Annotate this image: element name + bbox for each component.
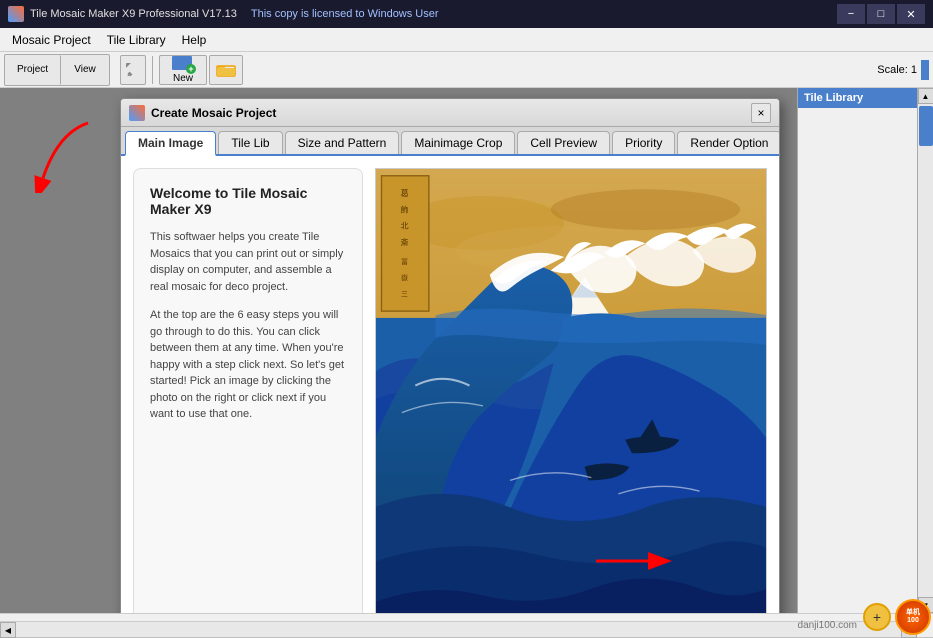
scroll-left-button[interactable]: ◀ bbox=[0, 622, 16, 638]
menu-help[interactable]: Help bbox=[174, 31, 215, 49]
tab-size-pattern[interactable]: Size and Pattern bbox=[285, 131, 400, 154]
view-tab-btn[interactable]: View bbox=[61, 55, 109, 85]
pencil-icon bbox=[126, 63, 140, 77]
project-tab-btn[interactable]: Project bbox=[5, 55, 61, 85]
open-folder-icon bbox=[216, 62, 236, 78]
dialog-title-bar: Create Mosaic Project × bbox=[121, 99, 779, 127]
new-button[interactable]: + New bbox=[159, 55, 207, 85]
edit-icon-btn[interactable] bbox=[120, 55, 146, 85]
welcome-paragraph-2: At the top are the 6 easy steps you will… bbox=[150, 307, 346, 423]
wave-image: 葛 飾 北 斎 冨 嶽 三 bbox=[376, 169, 766, 613]
svg-text:嶽: 嶽 bbox=[401, 274, 408, 282]
scale-area: Scale: 1 bbox=[877, 60, 929, 80]
svg-text:冨: 冨 bbox=[401, 258, 408, 266]
create-mosaic-dialog: Create Mosaic Project × Main Image Tile … bbox=[120, 98, 780, 613]
welcome-title: Welcome to Tile Mosaic Maker X9 bbox=[150, 185, 346, 217]
menu-bar: Mosaic Project Tile Library Help bbox=[0, 28, 933, 52]
scroll-track[interactable] bbox=[918, 104, 933, 597]
h-scroll-track[interactable] bbox=[16, 622, 901, 637]
welcome-paragraph-1: This softwaer helps you create Tile Mosa… bbox=[150, 229, 346, 295]
tab-mainimage-crop[interactable]: Mainimage Crop bbox=[401, 131, 515, 154]
dialog-description-panel: Welcome to Tile Mosaic Maker X9 This sof… bbox=[133, 168, 363, 613]
maximize-button[interactable]: □ bbox=[867, 4, 895, 24]
svg-text:葛: 葛 bbox=[400, 188, 408, 198]
license-text: This copy is licensed to Windows User bbox=[251, 8, 439, 20]
tile-library-panel: Tile Library bbox=[797, 88, 917, 613]
watermark: danji100.com bbox=[798, 620, 857, 631]
scale-bar bbox=[921, 60, 929, 80]
app-background: Create Mosaic Project × Main Image Tile … bbox=[0, 88, 797, 613]
menu-mosaic-project[interactable]: Mosaic Project bbox=[4, 31, 99, 49]
scale-label: Scale: 1 bbox=[877, 64, 917, 76]
window-controls: − □ ✕ bbox=[837, 4, 925, 24]
toolbar: Project View + New Scale: 1 bbox=[0, 52, 933, 88]
main-area: Create Mosaic Project × Main Image Tile … bbox=[0, 88, 933, 613]
image-preview-area[interactable]: 葛 飾 北 斎 冨 嶽 三 bbox=[375, 168, 767, 613]
svg-text:斎: 斎 bbox=[400, 237, 408, 247]
right-scrollbar: ▲ ▼ bbox=[917, 88, 933, 613]
tab-render-option[interactable]: Render Option bbox=[677, 131, 780, 154]
tabs-bar: Main Image Tile Lib Size and Pattern Mai… bbox=[121, 127, 779, 156]
dialog-icon bbox=[129, 105, 145, 121]
separator-1 bbox=[152, 56, 153, 84]
scroll-up-button[interactable]: ▲ bbox=[918, 88, 933, 104]
dialog-title: Create Mosaic Project bbox=[151, 106, 276, 120]
tile-library-header: Tile Library bbox=[798, 88, 917, 108]
new-label: New bbox=[173, 73, 193, 84]
svg-text:三: 三 bbox=[401, 290, 408, 298]
menu-tile-library[interactable]: Tile Library bbox=[99, 31, 174, 49]
danji-logo: 单机100 bbox=[895, 599, 931, 635]
dialog-right-panel: 葛 飾 北 斎 冨 嶽 三 bbox=[375, 168, 767, 613]
dialog-overlay: Create Mosaic Project × Main Image Tile … bbox=[0, 88, 797, 613]
app-icon bbox=[8, 6, 24, 22]
minimize-button[interactable]: − bbox=[837, 4, 865, 24]
zoom-plus-icon[interactable]: + bbox=[863, 603, 891, 631]
tab-cell-preview[interactable]: Cell Preview bbox=[517, 131, 610, 154]
tab-tile-lib[interactable]: Tile Lib bbox=[218, 131, 282, 154]
status-bar: ◀ ▶ + 单机100 danji100.com bbox=[0, 613, 933, 637]
plus-badge: + bbox=[186, 64, 196, 74]
dialog-close-button[interactable]: × bbox=[751, 103, 771, 123]
dialog-content: Welcome to Tile Mosaic Maker X9 This sof… bbox=[121, 156, 779, 613]
svg-text:北: 北 bbox=[400, 222, 408, 231]
app-title: Tile Mosaic Maker X9 Professional V17.13 bbox=[30, 8, 237, 20]
svg-text:飾: 飾 bbox=[400, 204, 408, 214]
tab-priority[interactable]: Priority bbox=[612, 131, 675, 154]
open-button[interactable] bbox=[209, 55, 243, 85]
scroll-thumb[interactable] bbox=[919, 106, 933, 146]
title-bar: Tile Mosaic Maker X9 Professional V17.13… bbox=[0, 0, 933, 28]
corner-icons: + 单机100 bbox=[863, 599, 931, 635]
tile-library-content bbox=[798, 108, 917, 613]
horizontal-scrollbar: ◀ ▶ bbox=[0, 621, 917, 637]
tab-main-image[interactable]: Main Image bbox=[125, 131, 216, 156]
close-button[interactable]: ✕ bbox=[897, 4, 925, 24]
